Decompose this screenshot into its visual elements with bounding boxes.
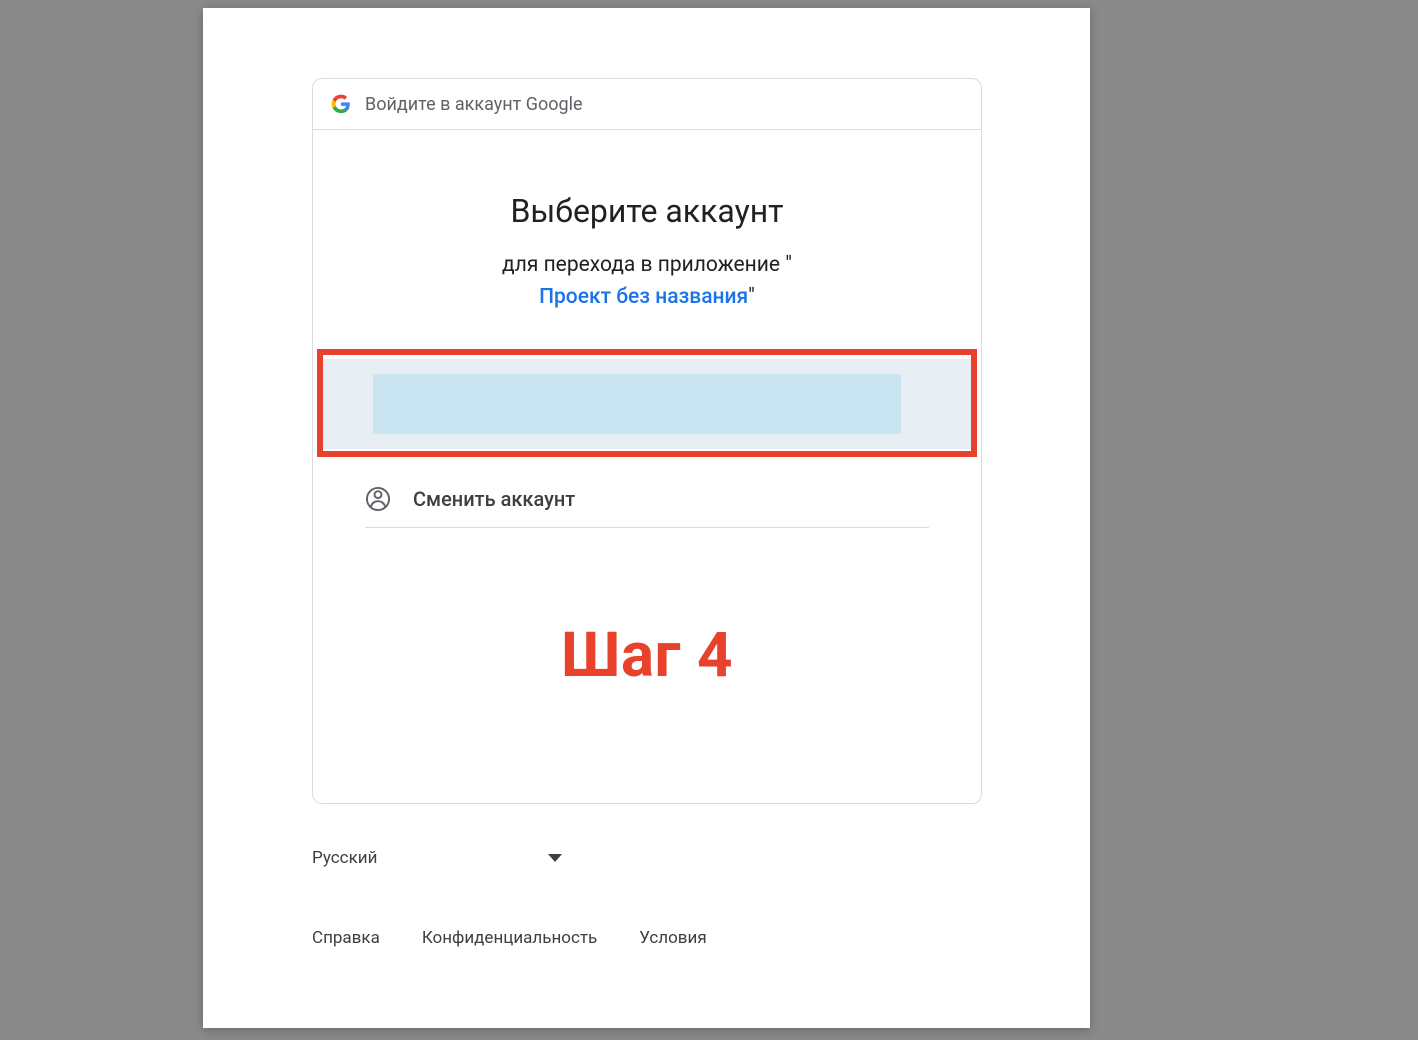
switch-account-row[interactable]: Сменить аккаунт [365, 471, 929, 528]
switch-account-label: Сменить аккаунт [413, 487, 575, 511]
person-icon [365, 486, 391, 512]
footer-help-link[interactable]: Справка [312, 928, 380, 948]
choose-account-title: Выберите аккаунт [313, 192, 981, 230]
signin-card: Войдите в аккаунт Google Выберите аккаун… [312, 78, 982, 804]
modal-page: Войдите в аккаунт Google Выберите аккаун… [203, 8, 1090, 1028]
annotation-step-label: Шаг 4 [313, 619, 981, 692]
google-logo-icon [331, 94, 351, 114]
title-block: Выберите аккаунт для перехода в приложен… [313, 130, 981, 313]
footer-links: Справка Конфиденциальность Условия [312, 928, 707, 948]
account-redacted-content [373, 374, 901, 434]
subtitle: для перехода в приложение " Проект без н… [313, 250, 981, 313]
subtitle-suffix: " [748, 285, 755, 309]
caret-down-icon [548, 854, 562, 862]
footer-privacy-link[interactable]: Конфиденциальность [422, 928, 597, 948]
app-name-link[interactable]: Проект без названия [539, 285, 748, 309]
subtitle-prefix: для перехода в приложение " [502, 253, 792, 277]
account-list-item[interactable] [323, 359, 971, 449]
language-selected-label: Русский [312, 848, 377, 868]
card-header-text: Войдите в аккаунт Google [365, 94, 583, 115]
card-header: Войдите в аккаунт Google [313, 79, 981, 130]
language-select[interactable]: Русский [312, 838, 562, 878]
footer-terms-link[interactable]: Условия [639, 928, 706, 948]
